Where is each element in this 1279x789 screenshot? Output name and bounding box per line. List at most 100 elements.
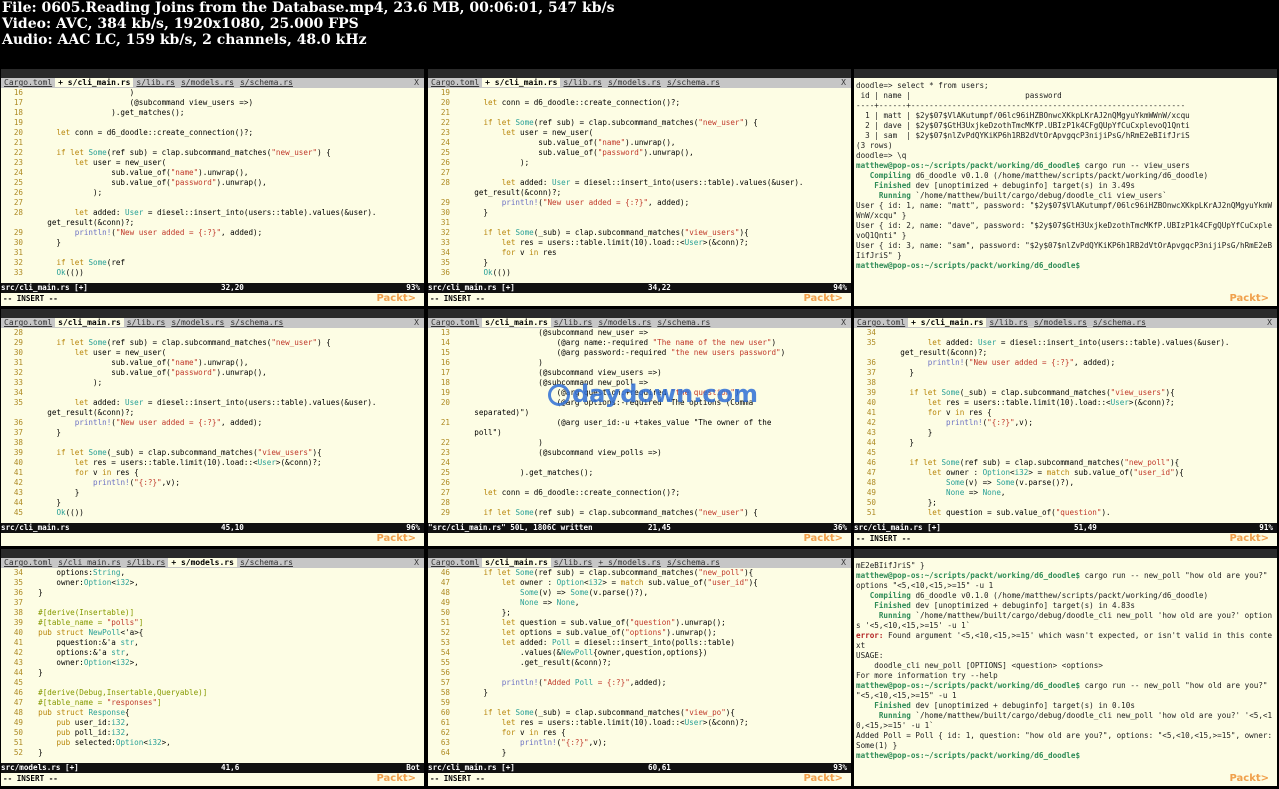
code-line: 47 let owner : Option<i32> = match sub.v… bbox=[440, 578, 758, 587]
code-line: 51 let question = sub.value_of("question… bbox=[440, 618, 726, 627]
code-line: 34 for v in res bbox=[440, 248, 557, 257]
status-percent: 36% bbox=[833, 523, 847, 532]
terminal-line: 2 | dave | $2y$07$GtH3UxjkeDzothTmcMKfP.… bbox=[856, 121, 1190, 130]
code-line: 23 let user = new_user( bbox=[13, 158, 167, 167]
code-line: 46 #[derive(Debug,Insertable,Queryable)] bbox=[13, 688, 208, 697]
vim-tabline: Cargo.toml s/cli_main.rs s/lib.rs + s/model… bbox=[428, 558, 851, 568]
code-line: 17 (@subcommand view_users =>) bbox=[440, 368, 662, 377]
code-line: 49 None => None, bbox=[866, 488, 1006, 497]
vim-tab[interactable]: Cargo.toml bbox=[1, 558, 55, 567]
code-line: 21 (@arg user_id:-u +takes_value "The ow… bbox=[440, 418, 772, 427]
code-line: 44 } bbox=[13, 498, 62, 507]
code-line: 39 if let Some(_sub) = clap.subcommand_m… bbox=[866, 388, 1175, 397]
vim-tab[interactable]: s/models.rs bbox=[168, 318, 227, 327]
code-editor[interactable]: 19 20 let conn = d6_doodle::create_connec… bbox=[428, 88, 851, 278]
close-icon[interactable]: X bbox=[1264, 318, 1275, 328]
code-line: 33 ); bbox=[13, 378, 103, 387]
code-editor[interactable]: 16 ) 17 (@subcommand view_users =>) 18 ).g… bbox=[1, 88, 424, 278]
vim-tab[interactable]: Cargo.toml bbox=[1, 318, 55, 327]
terminal-line: Finished dev [unoptimized + debuginfo] t… bbox=[874, 601, 1135, 610]
vim-mode-indicator: -- INSERT -- bbox=[856, 534, 911, 543]
vim-tab[interactable]: + s/cli_main.rs bbox=[55, 78, 134, 87]
close-icon[interactable]: X bbox=[838, 318, 849, 328]
vim-tab[interactable]: s/schema.rs bbox=[237, 558, 296, 567]
vim-tab[interactable]: s/schema.rs bbox=[227, 318, 286, 327]
vim-tab[interactable]: s/schema.rs bbox=[1090, 318, 1149, 327]
code-line: get_result(&conn)?; bbox=[456, 188, 562, 197]
vim-tab[interactable]: s/schema.rs bbox=[654, 318, 713, 327]
vim-tab[interactable]: s/lib.rs bbox=[124, 318, 169, 327]
code-line: 44 } bbox=[866, 438, 915, 447]
code-line: 57 println!("Added Poll = {:?}",added); bbox=[440, 678, 667, 687]
close-icon[interactable]: X bbox=[411, 318, 422, 328]
code-line: 14 (@arg name:-required "The name of the… bbox=[440, 338, 777, 347]
code-line: 48 pub struct Response{ bbox=[13, 708, 130, 717]
code-line: 35 let added: User = diesel::insert_into… bbox=[866, 338, 1230, 347]
code-line: 36 println!("New user added = {:?}", add… bbox=[866, 358, 1116, 367]
code-line: 26 ); bbox=[440, 158, 530, 167]
vim-tab[interactable]: + s/models.rs bbox=[168, 558, 237, 567]
code-editor[interactable]: 46 if let Some(ref sub) = clap.subcomman… bbox=[428, 568, 851, 758]
terminal-line: User { id: 3, name: "sam", password: "$2… bbox=[856, 241, 1273, 260]
vim-tab[interactable]: s/lib.rs bbox=[133, 78, 178, 87]
code-line: 35 owner:Option<i32>, bbox=[13, 578, 139, 587]
terminal-line: doodle_cli new_poll [OPTIONS] <question>… bbox=[856, 661, 1103, 670]
vim-tab[interactable]: s/lib.rs bbox=[124, 558, 169, 567]
terminal-output[interactable]: doodle=> select * from users; id | name … bbox=[856, 81, 1275, 271]
close-icon[interactable]: X bbox=[411, 78, 422, 88]
close-icon[interactable]: X bbox=[838, 558, 849, 568]
code-editor[interactable]: 28 29 if let Some(ref sub) = clap.subcomm… bbox=[1, 328, 424, 518]
code-line: 43 } bbox=[13, 488, 80, 497]
vim-tab[interactable]: s/schema.rs bbox=[237, 78, 296, 87]
vim-tab[interactable]: s/cli_main.rs bbox=[482, 318, 551, 327]
vim-tab[interactable]: s/lib.rs bbox=[551, 318, 596, 327]
file-info-line: File: 0605.Reading Joins from the Databa… bbox=[2, 0, 615, 16]
terminal-output[interactable]: mE2eBIifJriS" } matthew@pop-os:~/scripts/… bbox=[856, 561, 1275, 761]
vim-tab[interactable]: Cargo.toml bbox=[428, 558, 482, 567]
code-editor[interactable]: 13 (@subcommand new_user => 14 (@arg name… bbox=[428, 328, 851, 518]
vim-tab[interactable]: s/lib.rs bbox=[560, 78, 605, 87]
vim-tab[interactable]: s/cli_main.rs bbox=[55, 558, 124, 567]
packt-logo: Packt> bbox=[1229, 773, 1269, 784]
vim-tab[interactable]: Cargo.toml bbox=[1, 78, 55, 87]
terminal-line: Running `/home/matthew/built/cargo/debug… bbox=[878, 191, 1167, 200]
code-line: 52 } bbox=[13, 748, 43, 757]
vim-mode-indicator: -- INSERT -- bbox=[3, 294, 58, 303]
vim-tab[interactable]: s/cli_main.rs bbox=[482, 558, 551, 567]
watermark-text: daydown.com bbox=[572, 380, 759, 408]
status-percent: 96% bbox=[406, 523, 420, 532]
code-editor[interactable]: 34 35 let added: User = diesel::insert_in… bbox=[854, 328, 1277, 518]
close-icon[interactable]: X bbox=[411, 558, 422, 568]
vim-tab[interactable]: + s/models.rs bbox=[595, 558, 664, 567]
terminal-line: matthew@pop-os:~/scripts/packt/working/d… bbox=[856, 571, 1273, 590]
vim-tab[interactable]: s/lib.rs bbox=[551, 558, 596, 567]
close-icon[interactable]: X bbox=[838, 78, 849, 88]
code-line: 17 (@subcommand view_users =>) bbox=[13, 98, 254, 107]
code-editor[interactable]: 34 options:String, 35 owner:Option<i32>, 3… bbox=[1, 568, 424, 758]
vim-tab[interactable]: s/models.rs bbox=[1031, 318, 1090, 327]
terminal-line: error: Found argument '<5,<10,<15,>=15' … bbox=[856, 631, 1273, 650]
vim-tab[interactable]: Cargo.toml bbox=[854, 318, 908, 327]
vim-tab[interactable]: Cargo.toml bbox=[428, 318, 482, 327]
window-title-bar bbox=[1, 309, 424, 318]
terminal-line: For more information try --help bbox=[856, 671, 998, 680]
vim-tab[interactable]: s/schema.rs bbox=[664, 558, 723, 567]
vim-tab[interactable]: Cargo.toml bbox=[428, 78, 482, 87]
vim-tab[interactable]: s/models.rs bbox=[178, 78, 237, 87]
code-line: 18 ).get_matches(); bbox=[13, 108, 185, 117]
video-thumbnail-1: Cargo.toml + s/cli_main.rs s/lib.rs s/model… bbox=[1, 69, 424, 306]
vim-tab[interactable]: + s/cli_main.rs bbox=[482, 78, 561, 87]
vim-tab[interactable]: s/models.rs bbox=[595, 318, 654, 327]
status-percent: 93% bbox=[833, 763, 847, 772]
vim-tab[interactable]: s/models.rs bbox=[605, 78, 664, 87]
vim-tab[interactable]: s/lib.rs bbox=[986, 318, 1031, 327]
vim-tab[interactable]: s/schema.rs bbox=[664, 78, 723, 87]
terminal-line: Running `/home/matthew/built/cargo/debug… bbox=[856, 711, 1273, 730]
vim-tab[interactable]: + s/cli_main.rs bbox=[908, 318, 987, 327]
code-line: 34 options:String, bbox=[13, 568, 126, 577]
code-line: 23 let user = new_user( bbox=[440, 128, 594, 137]
vim-tab[interactable]: s/cli_main.rs bbox=[55, 318, 124, 327]
code-line: 28 let added: User = diesel::insert_into… bbox=[440, 178, 804, 187]
code-line: 55 .get_result(&conn)?; bbox=[440, 658, 612, 667]
code-line: 31 bbox=[440, 218, 450, 227]
